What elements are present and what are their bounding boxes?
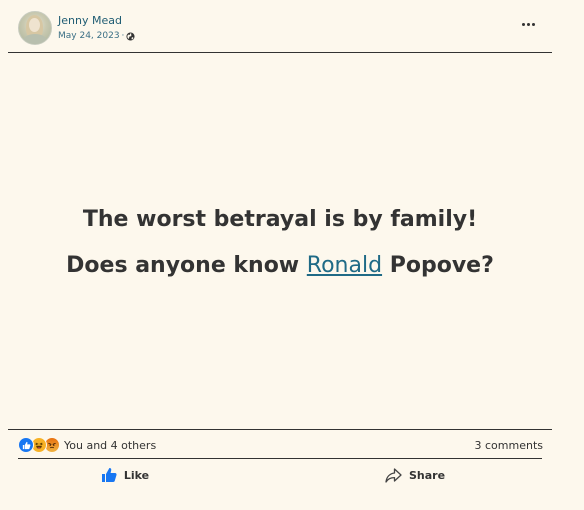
reactions-summary[interactable]: You and 4 others xyxy=(64,439,156,452)
share-button[interactable]: Share xyxy=(288,462,542,488)
actions-row: Like Share xyxy=(18,462,542,488)
reactions-row: You and 4 others 3 comments xyxy=(18,436,543,454)
post-header: Jenny Mead May 24, 2023 · xyxy=(18,11,135,45)
more-horizontal-icon xyxy=(521,22,535,26)
post-date[interactable]: May 24, 2023 xyxy=(58,30,120,42)
like-label: Like xyxy=(123,468,150,482)
post-body: The worst betrayal is by family! Does an… xyxy=(8,53,552,429)
like-button[interactable]: Like xyxy=(0,462,252,488)
like-icon xyxy=(18,437,34,453)
post-text-suffix: Popove? xyxy=(382,253,494,278)
post-text-line-2: Does anyone know Ronald Popove? xyxy=(66,253,494,279)
mention-link[interactable]: Ronald xyxy=(307,253,382,278)
body-divider xyxy=(8,429,552,430)
author-name[interactable]: Jenny Mead xyxy=(58,14,135,27)
thumbs-up-icon xyxy=(101,467,117,483)
share-arrow-icon xyxy=(385,467,402,483)
reaction-icons[interactable] xyxy=(18,437,60,453)
share-label: Share xyxy=(408,468,446,482)
globe-icon[interactable] xyxy=(126,31,135,41)
avatar[interactable] xyxy=(18,11,52,45)
header-text: Jenny Mead May 24, 2023 · xyxy=(58,14,135,42)
avatar-shoulders xyxy=(23,34,47,44)
post-text-line-1: The worst betrayal is by family! xyxy=(82,207,478,232)
actions-divider xyxy=(18,458,542,459)
meta-separator: · xyxy=(121,31,125,41)
post-text-prefix: Does anyone know xyxy=(66,253,307,278)
post-meta: May 24, 2023 · xyxy=(58,30,135,42)
comments-count[interactable]: 3 comments xyxy=(475,439,544,452)
post-card: Jenny Mead May 24, 2023 · The worst betr… xyxy=(0,0,584,510)
more-options-button[interactable] xyxy=(519,18,537,30)
avatar-face xyxy=(29,18,40,32)
